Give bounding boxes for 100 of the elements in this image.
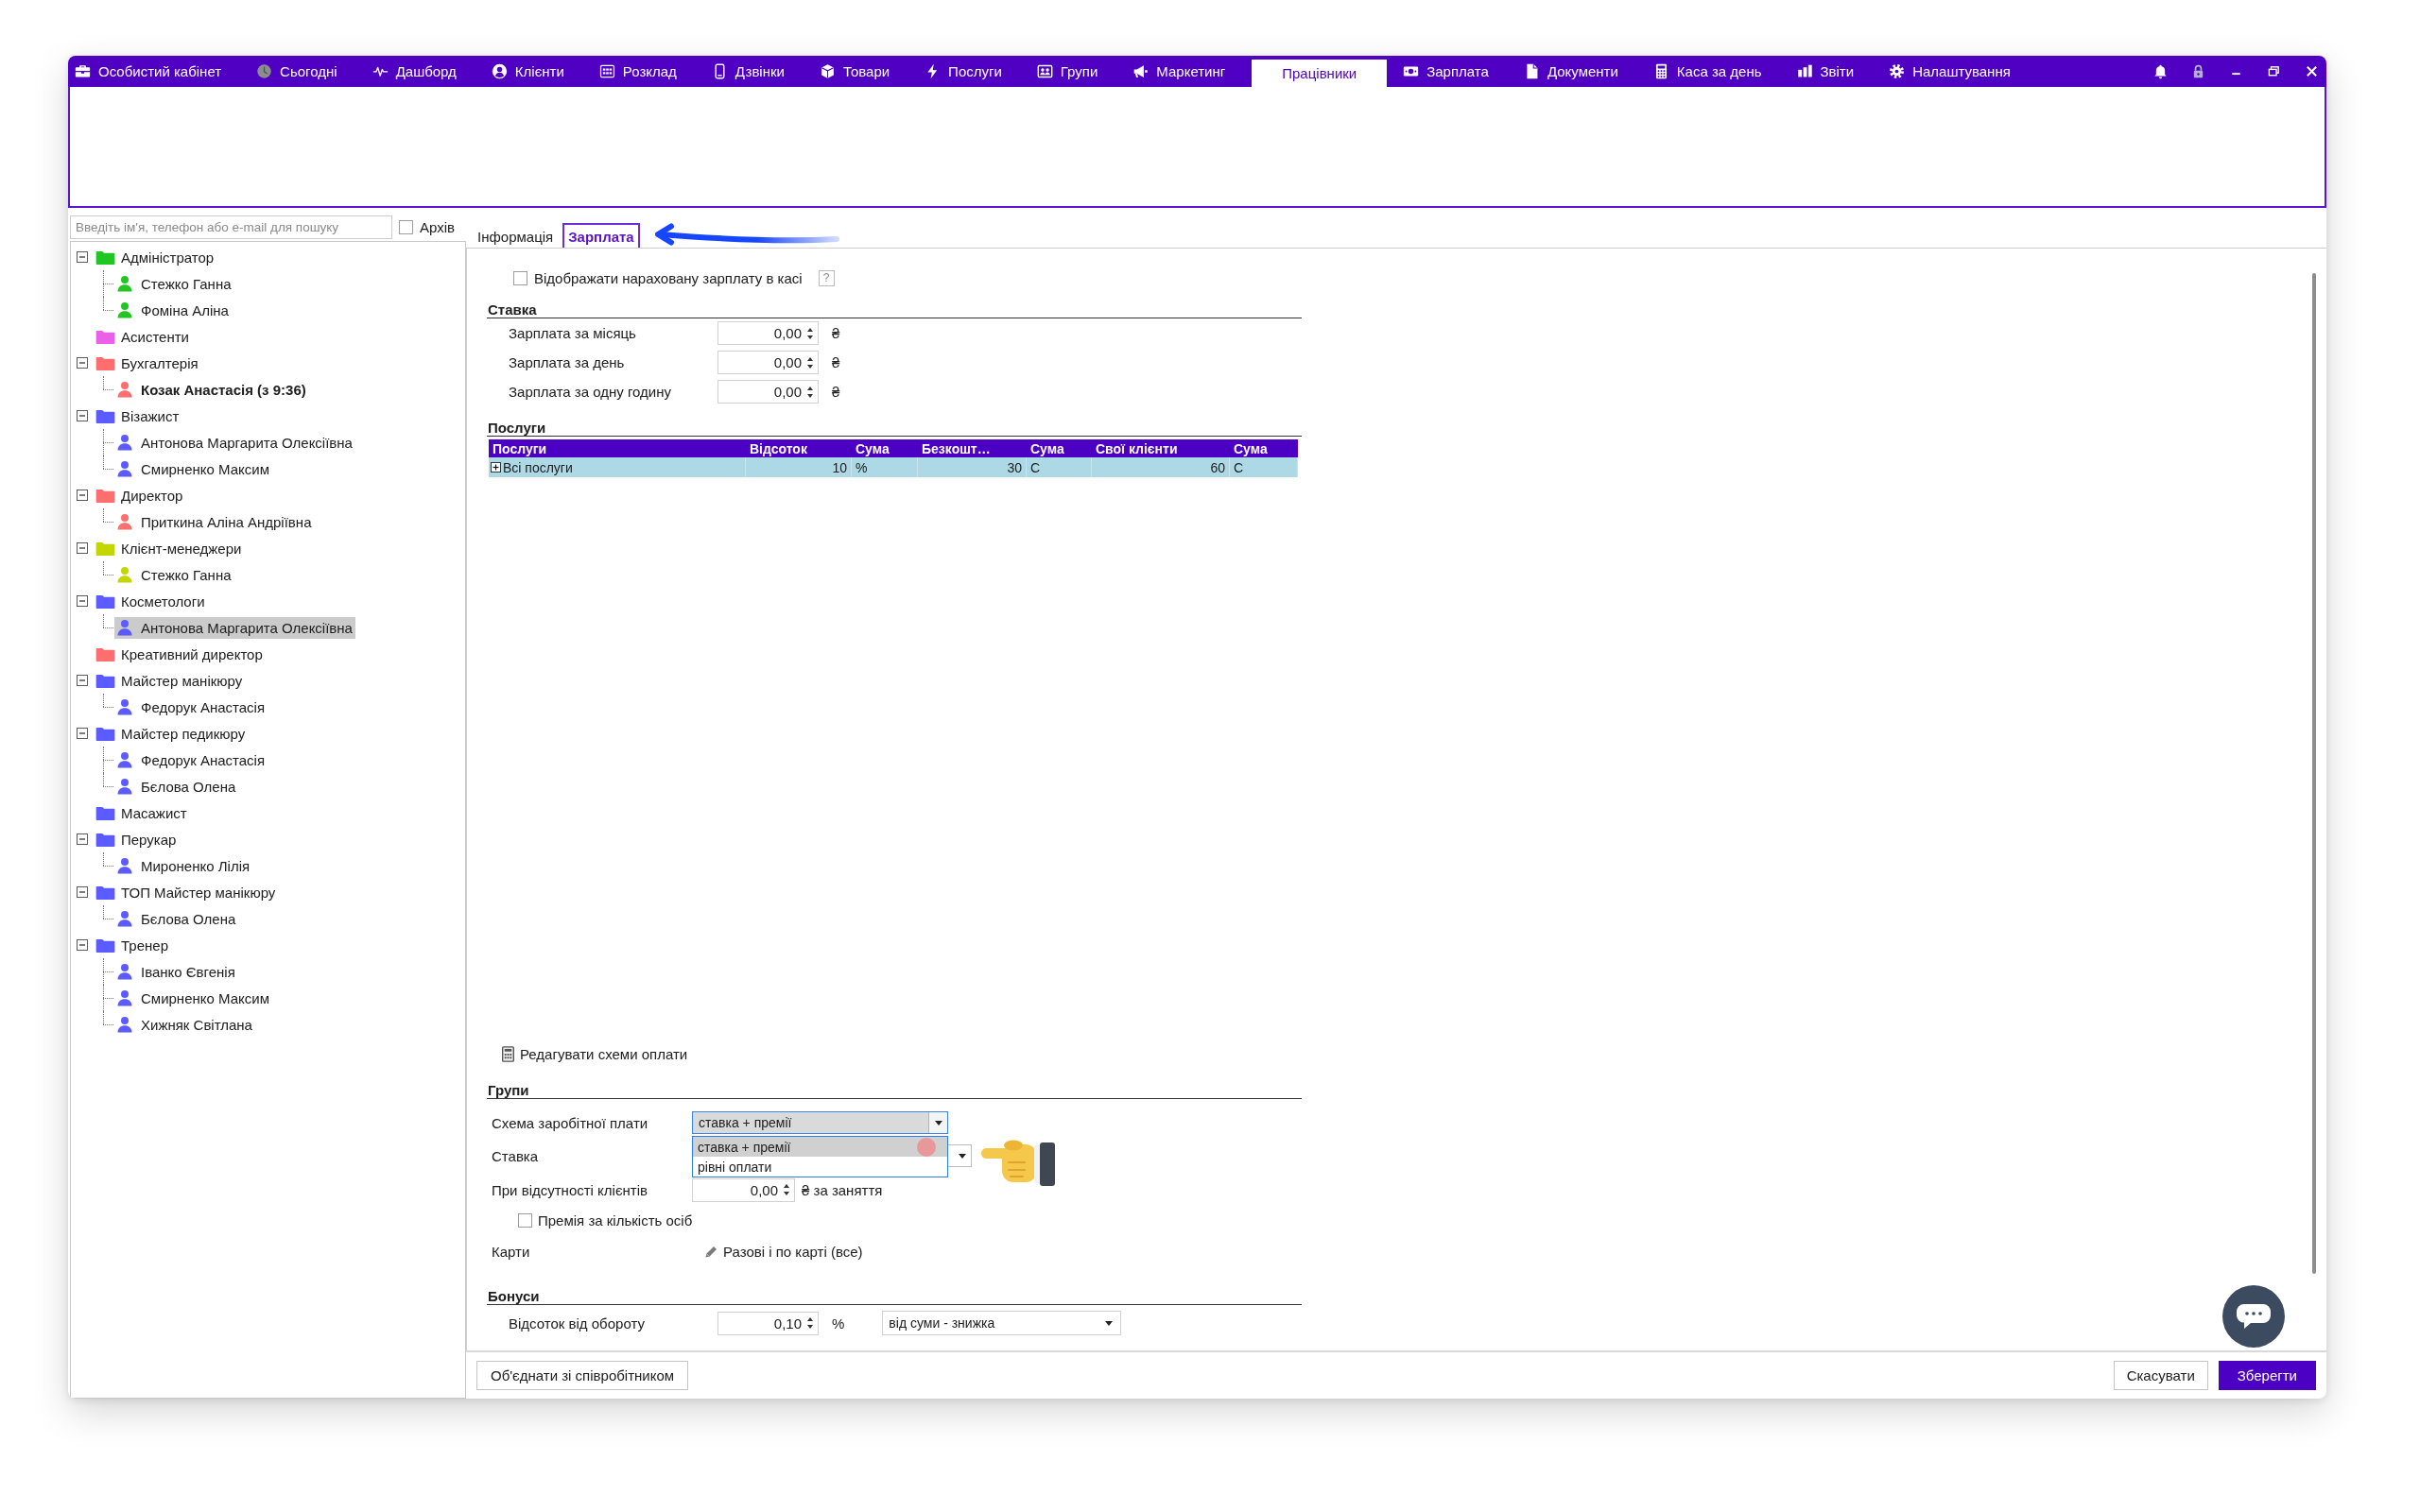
save-button[interactable]: Зберегти [2218,1361,2316,1390]
menu-item[interactable]: Послуги [924,56,1002,87]
tree-item[interactable]: Асистенти [94,325,192,348]
spin-arrows-icon[interactable] [783,1183,790,1196]
tree-item[interactable]: Мироненко Лілія [114,854,253,877]
spin-arrows-icon[interactable] [806,326,814,340]
menu-item[interactable]: Налаштування [1888,56,2011,87]
search-field[interactable]: Введіть ім'я, телефон або e-mail для пошуку [70,215,392,239]
cancel-button[interactable]: Скасувати [2113,1361,2208,1390]
help-button[interactable]: ? [818,269,835,286]
menu-item[interactable]: Документи [1522,56,1618,87]
tree-item[interactable]: Козак Анастасія (з 9:36) [114,378,309,401]
tree-item[interactable]: Косметологи [94,590,208,612]
tree-item[interactable]: Хижняк Світлана [114,1013,255,1036]
tree-item[interactable]: Креативний директор [94,643,266,665]
close-icon[interactable] [2304,63,2320,79]
caret-icon [958,1153,966,1159]
chat-bubble-icon[interactable] [2222,1285,2285,1348]
menu-item[interactable]: Особистий кабінет [74,56,222,87]
tree-item[interactable]: Директор [94,484,186,507]
spin-arrows-icon[interactable] [806,385,814,399]
tree-item[interactable]: Стежко Ганна [114,272,234,295]
tree-item[interactable]: Федорук Анастасія [114,748,268,771]
table-cell: 60 [1092,457,1230,477]
checkbox[interactable] [513,270,527,285]
spin-arrows-icon[interactable] [806,355,814,369]
tree-item[interactable]: Антонова Маргарита Олексіївна [114,616,355,639]
tree-item[interactable]: Тренер [94,934,171,956]
column-header[interactable]: Відсоток [746,440,852,456]
menu-item[interactable]: Зарплата [1402,56,1489,87]
menu-item[interactable]: Сьогодні [255,56,337,87]
tree-item[interactable]: Адміністратор [94,246,217,268]
collapse-toggle[interactable] [77,542,88,554]
column-header[interactable]: Сума [1027,440,1092,456]
menu-item[interactable]: Каса за день [1651,56,1762,87]
tree-item[interactable]: Візажист [94,404,182,427]
tree-item[interactable]: Бєлова Олена [114,907,239,930]
menu-item[interactable]: Звіти [1795,56,1855,87]
tree-item[interactable]: Іванко Євгенія [114,960,238,983]
collapse-toggle[interactable] [77,410,88,421]
tree-item[interactable]: Перукар [94,828,180,850]
tree-item[interactable]: Федорук Анастасія [114,696,268,718]
collapse-toggle[interactable] [77,357,88,369]
edit-cards-button[interactable]: Разові і по карті (все) [704,1243,863,1260]
column-header[interactable]: Сума [1230,440,1298,456]
tree-item[interactable]: Майстер педикюру [94,722,249,745]
checkbox[interactable] [518,1212,532,1228]
tree-item[interactable]: Бєлова Олена [114,775,239,798]
tree-item[interactable]: Смирненко Максим [114,457,272,480]
collapse-toggle[interactable] [77,490,88,501]
number-field[interactable]: 0,00 [692,1177,795,1202]
edit-schemes-button[interactable]: Редагувати схеми оплати [502,1043,688,1064]
caret-icon [1105,1320,1114,1326]
merge-button[interactable]: Об'єднати зі співробітником [476,1361,689,1390]
scheme-select[interactable]: ставка + премії [692,1111,948,1134]
table-row[interactable]: Всі послуги 10 % 30 C 60 C [489,457,1298,477]
menu-item[interactable]: Товари [818,56,890,87]
tree-item[interactable]: ТОП Майстер манікюру [94,881,279,903]
collapse-toggle[interactable] [77,251,88,263]
collapse-toggle[interactable] [77,675,88,686]
number-field[interactable]: 0,00 [717,351,819,374]
tab[interactable]: Зарплата [562,223,640,248]
tree-item[interactable]: Майстер манікюру [94,669,246,692]
tab[interactable]: Інформація [472,223,560,248]
mode-select[interactable]: від суми - знижка [882,1311,1122,1335]
collapse-toggle[interactable] [77,833,88,845]
collapse-toggle[interactable] [77,728,88,739]
person-icon [116,434,133,451]
collapse-toggle[interactable] [77,595,88,607]
column-header[interactable]: Послуги [489,440,746,456]
menu-item[interactable]: Дашборд [371,56,457,87]
menu-item[interactable]: Маркетинг [1132,56,1226,87]
column-header[interactable]: Безкошт… [918,440,1027,456]
checkbox[interactable] [399,220,413,234]
menu-item[interactable]: Працівники [1252,60,1388,87]
tree-item[interactable]: Антонова Маргарита Олексіївна [114,431,355,454]
collapse-toggle[interactable] [77,886,88,898]
spin-arrows-icon[interactable] [806,1316,814,1330]
menu-item[interactable]: Дзвінки [710,56,785,87]
tree-item[interactable]: Фоміна Аліна [114,299,232,321]
number-field[interactable]: 0,10 [717,1311,819,1335]
tree-item[interactable]: Масажист [94,801,190,824]
tree-item[interactable]: Смирненко Максим [114,987,272,1009]
collapse-toggle[interactable] [77,939,88,951]
column-header[interactable]: Сума [852,440,918,456]
bell-icon[interactable] [2152,63,2169,79]
menu-item[interactable]: Розклад [597,56,677,87]
number-field[interactable]: 0,00 [717,380,819,404]
column-header[interactable]: Свої клієнти [1092,440,1230,456]
dropdown-option[interactable]: ставка + премії [693,1137,947,1157]
dropdown-option[interactable]: рівні оплати [693,1157,947,1177]
menu-item[interactable]: Групи [1035,56,1098,87]
number-field[interactable]: 0,00 [717,321,819,345]
expand-toggle[interactable] [491,462,501,472]
menu-item[interactable]: Клієнти [490,56,564,87]
tree-item[interactable]: Бухгалтерія [94,352,201,374]
tree-item[interactable]: Клієнт-менеджери [94,537,245,559]
tree-item[interactable]: Стежко Ганна [114,563,234,586]
tree-item[interactable]: Приткина Аліна Андріївна [114,510,315,533]
scrollbar[interactable] [2312,273,2316,1274]
